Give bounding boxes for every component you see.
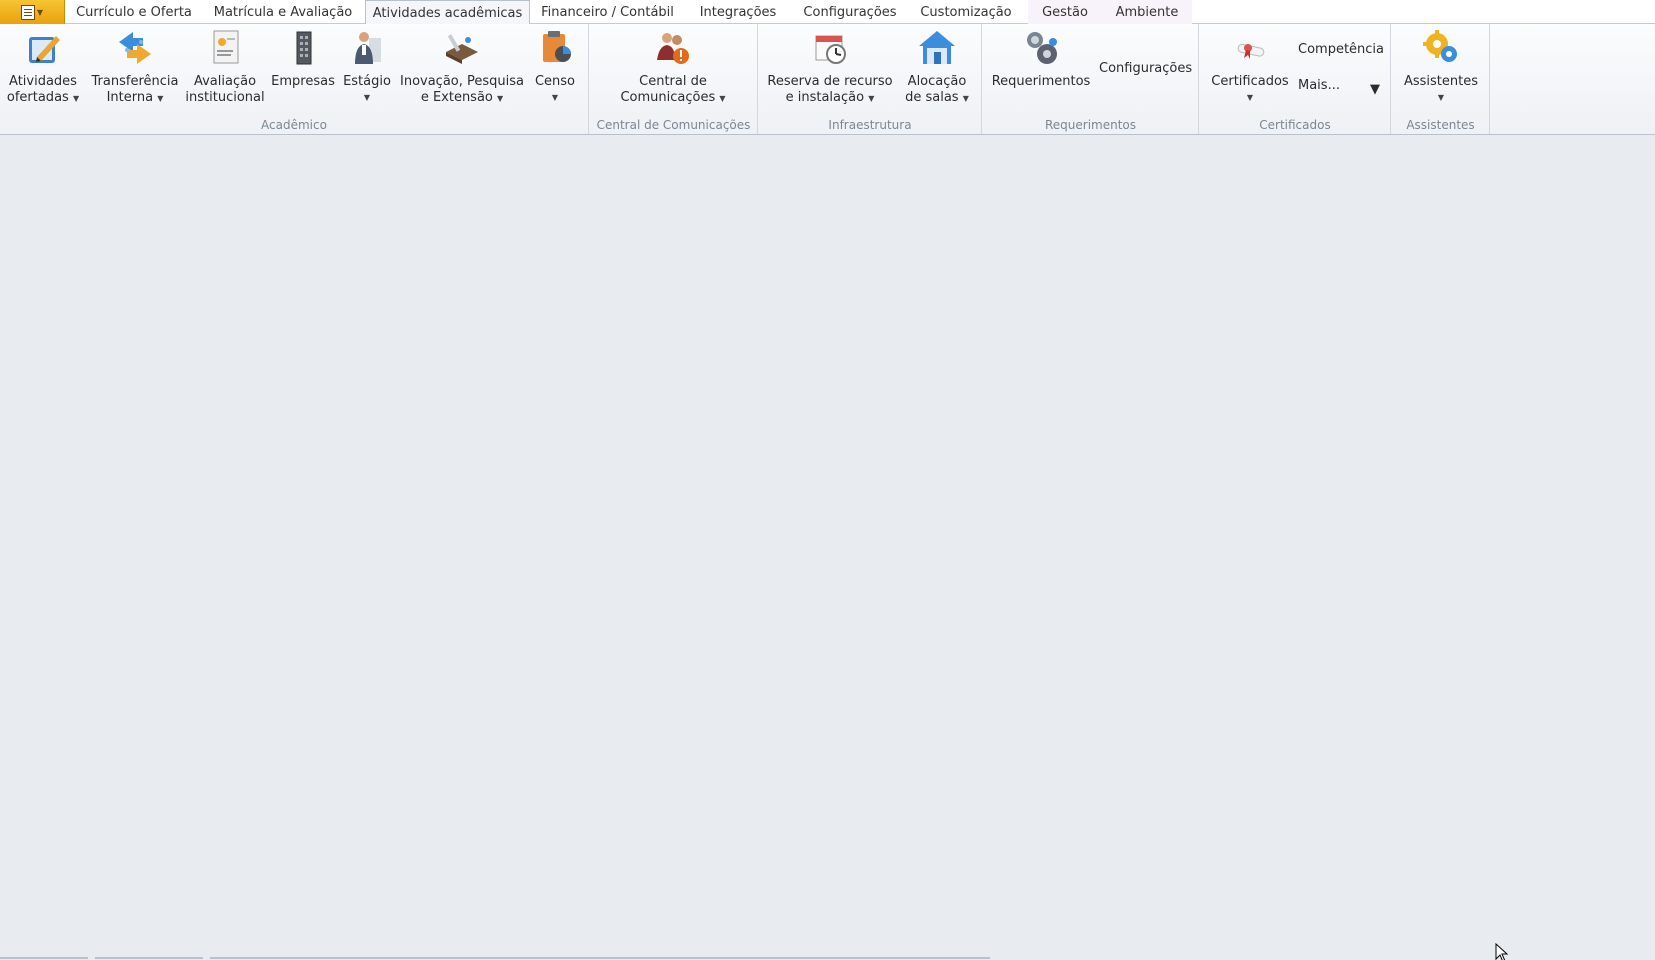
group-central-comunicacoes: Central de Comunicações ▼ Central de Com…: [590, 24, 758, 134]
tab-customizacao[interactable]: Customização: [914, 0, 1018, 24]
assistentes-button[interactable]: Assistentes ▼: [1398, 28, 1484, 106]
dropdown-arrow-icon: ▼: [962, 94, 969, 103]
empresas-button[interactable]: Empresas: [270, 28, 336, 90]
building-icon: [283, 28, 323, 68]
transferencia-interna-button[interactable]: Transferência Interna ▼: [90, 28, 180, 107]
competencia-button[interactable]: Competência: [1298, 42, 1384, 57]
tab-gestao[interactable]: Gestão: [1028, 0, 1102, 24]
intern-icon: [347, 28, 387, 68]
application-menu-button[interactable]: ▼: [0, 0, 65, 24]
house-icon: [917, 28, 957, 68]
central-comunicacoes-button[interactable]: Central de Comunicações ▼: [612, 28, 734, 107]
tab-ambiente[interactable]: Ambiente: [1102, 0, 1192, 24]
tab-integracoes[interactable]: Integrações: [690, 0, 786, 24]
group-label-requerimentos: Requerimentos: [1044, 118, 1137, 132]
certificados-button[interactable]: Certificados ▼: [1210, 28, 1290, 106]
requests-icon: [1021, 28, 1061, 68]
status-divider: [210, 957, 990, 959]
alocacao-salas-button[interactable]: Alocação de salas ▼: [899, 28, 975, 107]
chevron-down-icon: ▼: [36, 7, 44, 17]
group-certificados: Certificados ▼ Competência Mais... ▼ Cer…: [1200, 24, 1391, 134]
group-infraestrutura: Reserva de recurso e instalação ▼ Alocaç…: [759, 24, 982, 134]
tab-financeiro-contabil[interactable]: Financeiro / Contábil: [530, 0, 685, 24]
tab-curriculo-oferta[interactable]: Currículo e Oferta: [66, 0, 202, 24]
avaliacao-institucional-button[interactable]: Avaliação institucional: [185, 28, 265, 106]
tab-atividades-academicas[interactable]: Atividades acadêmicas: [365, 0, 530, 25]
document-icon: [20, 4, 35, 20]
research-icon: [442, 28, 482, 68]
calendar-clock-icon: [810, 28, 850, 68]
dropdown-arrow-icon: ▼: [719, 94, 726, 103]
group-label-assistentes: Assistentes: [1406, 118, 1475, 132]
workspace-area: [0, 135, 1655, 960]
certificate-icon: [1230, 28, 1270, 68]
atividades-ofertadas-button[interactable]: Atividades ofertadas ▼: [4, 28, 82, 107]
dropdown-arrow-icon: ▼: [1370, 82, 1380, 97]
reserva-recurso-instalacao-button[interactable]: Reserva de recurso e instalação ▼: [767, 28, 893, 107]
ribbon-tab-strip: ▼ Currículo e Oferta Matrícula e Avaliaç…: [0, 0, 1655, 25]
group-label-infraestrutura: Infraestrutura: [828, 118, 912, 132]
dropdown-arrow-icon: ▼: [72, 94, 80, 103]
status-divider: [0, 957, 88, 959]
mais-dropdown[interactable]: Mais... ▼: [1298, 78, 1380, 97]
dropdown-arrow-icon: ▼: [363, 93, 371, 102]
group-label-academico: Acadêmico: [261, 118, 327, 132]
gears-icon: [1421, 28, 1461, 68]
tab-matricula-avaliacao[interactable]: Matrícula e Avaliação: [202, 0, 364, 24]
status-divider: [95, 957, 203, 959]
communications-icon: [653, 28, 693, 68]
dropdown-arrow-icon: ▼: [1246, 93, 1254, 102]
group-label-central-comunicacoes: Central de Comunicações: [596, 118, 751, 132]
evaluation-icon: [205, 28, 245, 68]
requerimentos-button[interactable]: Requerimentos: [992, 28, 1090, 90]
group-academico: Atividades ofertadas ▼ Transferência Int…: [0, 24, 589, 134]
dropdown-arrow-icon: ▼: [551, 93, 559, 102]
dropdown-arrow-icon: ▼: [868, 94, 875, 103]
censo-button[interactable]: Censo ▼: [530, 28, 580, 106]
configuracoes-requerimentos-button[interactable]: Configurações: [1099, 61, 1192, 76]
group-assistentes: Assistentes ▼ Assistentes: [1392, 24, 1490, 134]
tab-configuracoes[interactable]: Configurações: [796, 0, 904, 24]
inovacao-pesquisa-extensao-button[interactable]: Inovação, Pesquisa e Extensão ▼: [400, 28, 524, 107]
estagio-button[interactable]: Estágio ▼: [340, 28, 394, 106]
dropdown-arrow-icon: ▼: [497, 94, 504, 103]
group-requerimentos: Requerimentos Configurações Requerimento…: [983, 24, 1199, 134]
group-label-certificados: Certificados: [1259, 118, 1331, 132]
ribbon: Atividades ofertadas ▼ Transferência Int…: [0, 24, 1655, 135]
transfer-icon: [115, 28, 155, 68]
dropdown-arrow-icon: ▼: [1437, 93, 1445, 102]
dropdown-arrow-icon: ▼: [157, 94, 164, 103]
edit-pencil-icon: [23, 28, 63, 68]
census-icon: [535, 28, 575, 68]
mouse-cursor-icon: [1495, 943, 1509, 960]
